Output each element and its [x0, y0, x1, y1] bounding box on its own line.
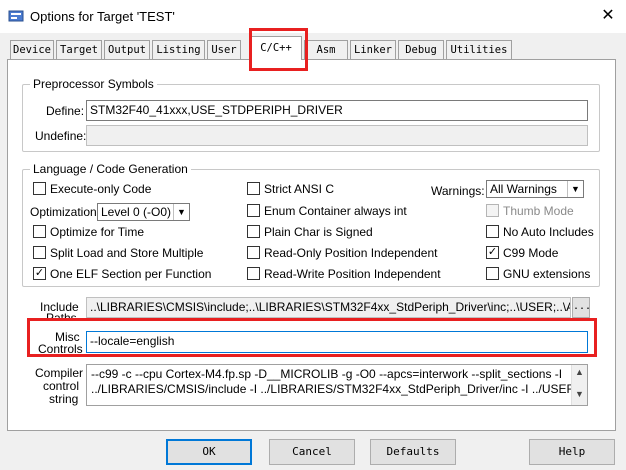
- warnings-select[interactable]: All Warnings ▼: [486, 180, 584, 198]
- language-group-title: Language / Code Generation: [30, 162, 191, 176]
- defaults-button[interactable]: Defaults: [370, 439, 456, 465]
- tab-user[interactable]: User: [207, 40, 241, 59]
- chevron-down-icon: ▼: [173, 204, 189, 220]
- optimize-time-label: Optimize for Time: [50, 225, 145, 239]
- include-paths-input[interactable]: ..\LIBRARIES\CMSIS\include;..\LIBRARIES\…: [86, 297, 571, 318]
- c99-mode-label: C99 Mode: [503, 246, 559, 260]
- undefine-input[interactable]: [86, 125, 588, 146]
- tab-target[interactable]: Target: [56, 40, 102, 59]
- help-button[interactable]: Help: [529, 439, 615, 465]
- tab-output[interactable]: Output: [104, 40, 150, 59]
- window-title: Options for Target 'TEST': [30, 9, 175, 24]
- gnu-extensions-label: GNU extensions: [503, 267, 591, 281]
- split-load-label: Split Load and Store Multiple: [50, 246, 204, 260]
- misc-controls-label-2: Controls: [38, 342, 83, 356]
- rw-pi-checkbox[interactable]: [247, 267, 260, 280]
- enum-container-checkbox[interactable]: [247, 204, 260, 217]
- compiler-control-label-2: control: [43, 379, 80, 393]
- compiler-control-line-2: ../LIBRARIES/CMSIS/include -I ../LIBRARI…: [91, 382, 586, 396]
- preprocessor-group-title: Preprocessor Symbols: [30, 77, 157, 91]
- no-auto-includes-label: No Auto Includes: [503, 225, 594, 239]
- split-load-checkbox[interactable]: [33, 246, 46, 259]
- tab-listing[interactable]: Listing: [152, 40, 205, 59]
- app-icon: [8, 10, 24, 22]
- rw-pi-label: Read-Write Position Independent: [264, 267, 441, 281]
- tab-asm[interactable]: Asm: [304, 40, 348, 59]
- execute-only-checkbox[interactable]: [33, 182, 46, 195]
- define-input[interactable]: STM32F40_41xxx,USE_STDPERIPH_DRIVER: [86, 100, 588, 121]
- one-elf-checkbox[interactable]: ✓: [33, 267, 46, 280]
- tab-utilities[interactable]: Utilities: [446, 40, 512, 59]
- strict-ansi-checkbox[interactable]: [247, 182, 260, 195]
- cancel-button[interactable]: Cancel: [269, 439, 355, 465]
- compiler-control-label-3: string: [49, 392, 79, 406]
- ro-pi-label: Read-Only Position Independent: [264, 246, 438, 260]
- c99-mode-checkbox[interactable]: ✓: [486, 246, 499, 259]
- thumb-mode-checkbox[interactable]: [486, 204, 499, 217]
- enum-container-label: Enum Container always int: [264, 204, 407, 218]
- compiler-control-line-1: --c99 -c --cpu Cortex-M4.fp.sp -D__MICRO…: [91, 367, 563, 381]
- plain-char-checkbox[interactable]: [247, 225, 260, 238]
- ro-pi-checkbox[interactable]: [247, 246, 260, 259]
- scroll-down-icon[interactable]: ▼: [572, 389, 587, 399]
- gnu-extensions-checkbox[interactable]: [486, 267, 499, 280]
- include-paths-label-2: Paths: [46, 312, 77, 319]
- strict-ansi-label: Strict ANSI C: [264, 182, 335, 196]
- warnings-label: Warnings:: [431, 184, 485, 198]
- scroll-up-icon[interactable]: ▲: [572, 367, 587, 377]
- include-browse-button[interactable]: ...: [572, 297, 591, 318]
- tab-debug[interactable]: Debug: [398, 40, 444, 59]
- misc-controls-input[interactable]: --locale=english: [86, 331, 588, 353]
- thumb-mode-label: Thumb Mode: [503, 204, 574, 218]
- compiler-control-label: Compiler: [35, 366, 84, 380]
- check-icon: ✓: [34, 267, 45, 279]
- tab-linker[interactable]: Linker: [350, 40, 396, 59]
- undefine-label: Undefine:: [35, 129, 87, 143]
- tab-cc[interactable]: C/C++: [250, 36, 302, 60]
- close-icon[interactable]: ✕: [596, 5, 620, 27]
- one-elf-label: One ELF Section per Function: [50, 267, 212, 281]
- optimization-label: Optimization:: [30, 205, 101, 219]
- no-auto-includes-checkbox[interactable]: [486, 225, 499, 238]
- tab-device[interactable]: Device: [10, 40, 54, 59]
- chevron-down-icon: ▼: [567, 181, 583, 197]
- optimization-select[interactable]: Level 0 (-O0) ▼: [97, 203, 190, 221]
- define-label: Define:: [46, 104, 85, 118]
- compiler-control-string[interactable]: --c99 -c --cpu Cortex-M4.fp.sp -D__MICRO…: [86, 364, 588, 406]
- execute-only-label: Execute-only Code: [50, 182, 152, 196]
- optimization-value: Level 0 (-O0): [101, 205, 172, 219]
- ok-button[interactable]: OK: [166, 439, 252, 465]
- warnings-value: All Warnings: [490, 182, 557, 196]
- compiler-control-scrollbar[interactable]: ▲ ▼: [571, 365, 587, 405]
- check-icon: ✓: [487, 246, 498, 258]
- plain-char-label: Plain Char is Signed: [264, 225, 373, 239]
- optimize-time-checkbox[interactable]: [33, 225, 46, 238]
